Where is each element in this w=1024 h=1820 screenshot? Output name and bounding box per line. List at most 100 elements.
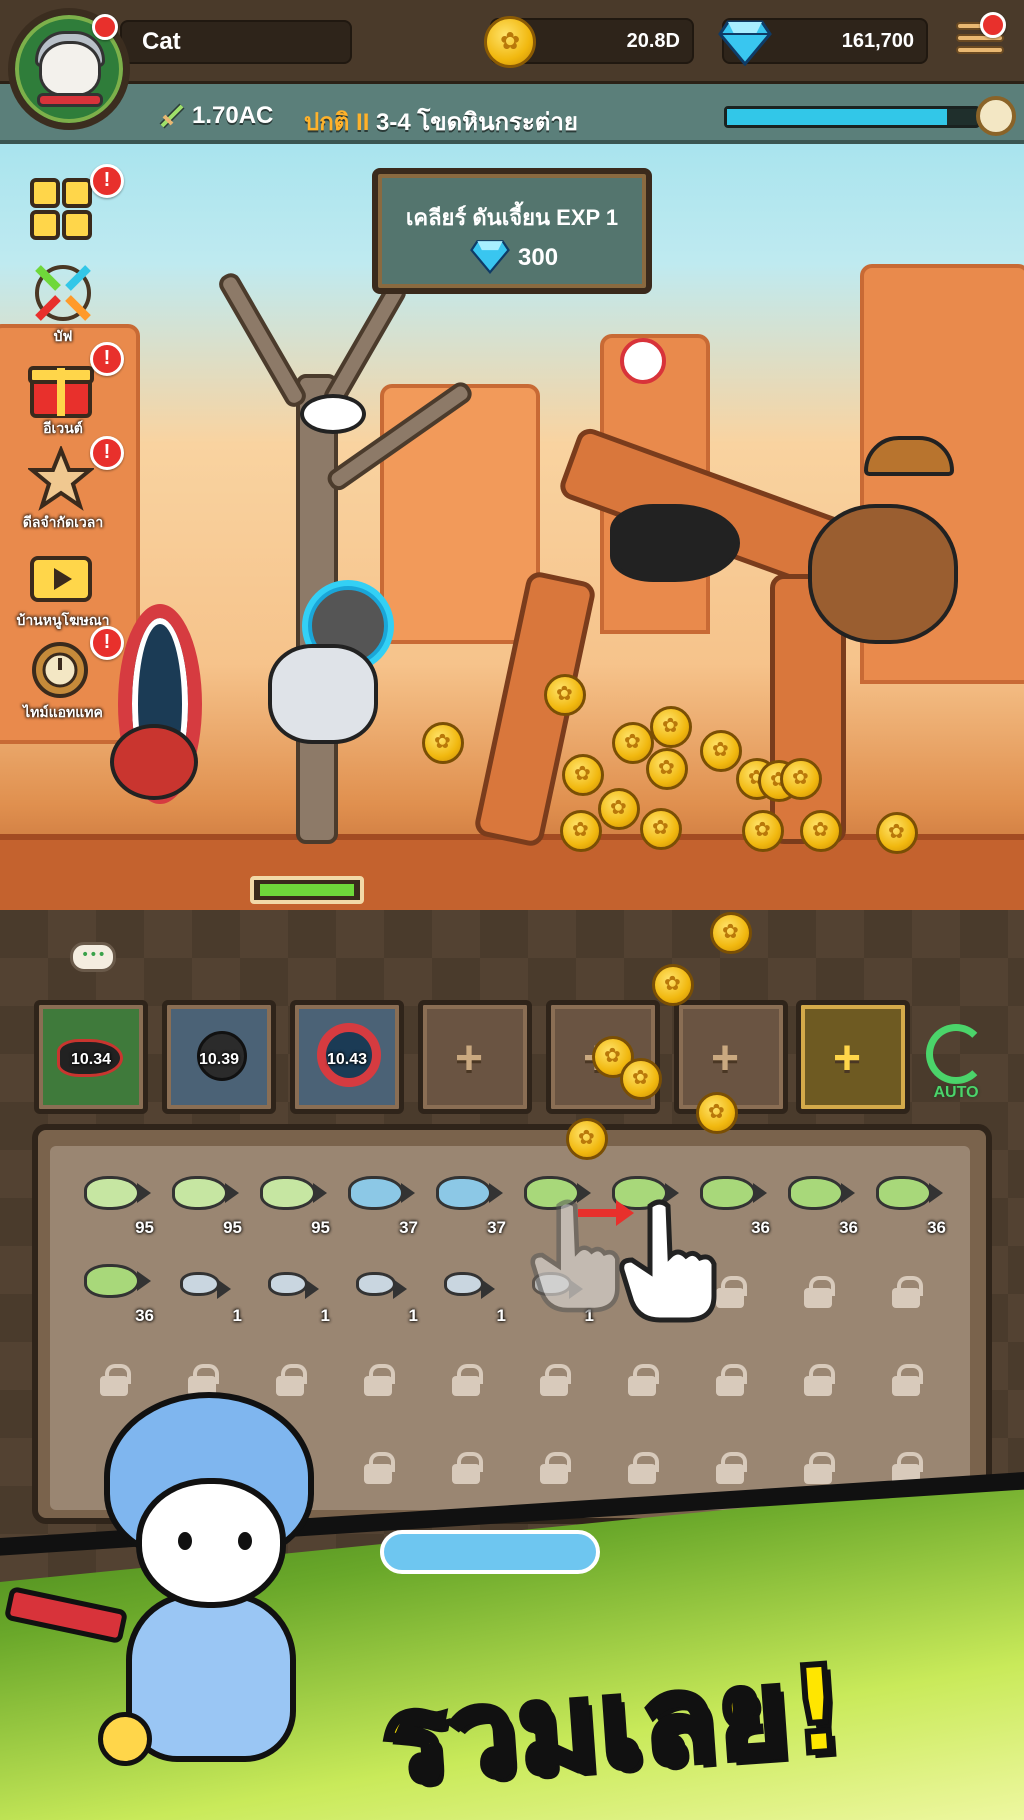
gold-coin xyxy=(710,912,752,954)
grid-cell-locked xyxy=(598,1334,686,1422)
gold-coin xyxy=(800,810,842,852)
lock-icon xyxy=(628,1452,659,1484)
gold-coin xyxy=(646,748,688,790)
grid-cell-fish[interactable]: 95 xyxy=(158,1158,246,1246)
mission-title: เคลียร์ ดันเจี้ยน EXP 1 xyxy=(405,205,619,230)
side-button-ad-house[interactable]: บ้านหนูโฆษณา xyxy=(16,542,110,628)
lock-icon xyxy=(892,1364,923,1396)
weapon-level: 10.34 xyxy=(70,1051,112,1068)
stage-timer-fill xyxy=(727,109,947,125)
grid-icon xyxy=(30,178,92,240)
combat-power: 1.70AC xyxy=(192,102,274,129)
weapon-level: 10.39 xyxy=(198,1051,240,1068)
grid-cell-fish[interactable]: 36 xyxy=(774,1158,862,1246)
auto-merge-button[interactable]: AUTO xyxy=(920,1024,992,1110)
player-name: Cat xyxy=(142,28,181,55)
fire-bird-enemy xyxy=(110,724,198,800)
alert-badge xyxy=(90,342,124,376)
grid-cell-locked xyxy=(422,1334,510,1422)
lock-icon xyxy=(100,1364,131,1396)
gold-counter: 20.8D xyxy=(484,16,694,68)
lock-icon xyxy=(540,1452,571,1484)
lock-icon xyxy=(716,1364,747,1396)
gold-coin xyxy=(598,788,640,830)
grid-cell-locked xyxy=(422,1422,510,1510)
lock-icon xyxy=(804,1452,835,1484)
weapon-slot-2[interactable]: 10.39 xyxy=(162,1000,276,1114)
plus-icon: + xyxy=(833,1032,862,1085)
grid-cell-fish[interactable]: 37 xyxy=(334,1158,422,1246)
gold-value: 20.8D xyxy=(626,30,680,52)
gem-counter: 161,700 xyxy=(718,18,928,66)
alert-badge xyxy=(90,164,124,198)
avatar-alert-badge xyxy=(92,14,118,40)
side-button-buff[interactable]: บัฟ xyxy=(24,258,102,344)
gold-coin-icon xyxy=(484,16,536,68)
grid-cell-locked xyxy=(686,1334,774,1422)
mission-panel[interactable]: เคลียร์ ดันเจี้ยน EXP 1 300 xyxy=(372,168,652,294)
sword-icon xyxy=(159,103,185,129)
gold-coin xyxy=(700,730,742,772)
alert-badge xyxy=(90,436,124,470)
side-button-label: ดีลจำกัดเวลา xyxy=(22,514,104,530)
weapon-slot-3[interactable]: 10.43 xyxy=(290,1000,404,1114)
stage-difficulty: ปกติ II xyxy=(304,109,370,136)
grid-cell-fish[interactable]: 1 xyxy=(334,1246,422,1334)
blue-bubble xyxy=(380,1530,600,1574)
weapon-slot-unlock[interactable]: + xyxy=(796,1000,910,1114)
weapon-level: 10.43 xyxy=(326,1051,368,1068)
plus-icon: + xyxy=(711,1032,740,1085)
gold-coin xyxy=(640,808,682,850)
side-button-menu-grid[interactable] xyxy=(24,164,124,250)
weapon-slot-1[interactable]: 10.34 xyxy=(34,1000,148,1114)
gold-coin xyxy=(620,1058,662,1100)
grid-cell-fish[interactable]: 1 xyxy=(422,1246,510,1334)
gold-coin xyxy=(696,1092,738,1134)
gold-coin xyxy=(780,758,822,800)
weapon-slot-empty[interactable]: + xyxy=(418,1000,532,1114)
beach-ball-icon xyxy=(620,338,666,384)
gold-coin xyxy=(612,722,654,764)
mascot-face xyxy=(136,1478,286,1608)
lock-icon xyxy=(276,1364,307,1396)
mission-reward: 300 xyxy=(518,244,559,271)
hero-hp-fill xyxy=(260,884,354,896)
gold-coin xyxy=(544,674,586,716)
gold-coin xyxy=(650,706,692,748)
grid-cell-fish[interactable]: 37 xyxy=(422,1158,510,1246)
side-button-time-attack[interactable]: ไทม์แอทแทค xyxy=(23,626,124,720)
fried-egg-icon xyxy=(300,394,366,434)
lock-icon xyxy=(804,1364,835,1396)
lock-icon xyxy=(364,1452,395,1484)
grid-cell-locked xyxy=(862,1246,950,1334)
grid-cell-fish[interactable]: 1 xyxy=(246,1246,334,1334)
grid-cell-fish[interactable]: 36 xyxy=(70,1246,158,1334)
mascot-eye xyxy=(178,1532,192,1550)
grid-cell-fish[interactable]: 95 xyxy=(70,1158,158,1246)
grid-cell-fish[interactable]: 1 xyxy=(158,1246,246,1334)
knight-cat-hero xyxy=(268,644,378,744)
side-button-event[interactable]: อีเวนต์ xyxy=(24,342,124,436)
grid-cell-fish[interactable]: 36 xyxy=(862,1158,950,1246)
gold-coin xyxy=(566,1118,608,1160)
gold-coin xyxy=(652,964,694,1006)
chat-button[interactable] xyxy=(70,942,116,972)
lock-icon xyxy=(628,1364,659,1396)
lock-icon xyxy=(452,1364,483,1396)
stopwatch-icon xyxy=(976,96,1016,136)
lock-icon xyxy=(716,1452,747,1484)
side-button-limited-deal[interactable]: ดีลจำกัดเวลา xyxy=(23,436,124,530)
stage-name: 3-4 โขดหินกระต่าย xyxy=(376,109,578,136)
lock-icon xyxy=(364,1364,395,1396)
ad-house-icon xyxy=(30,556,92,602)
hero-hp-bar xyxy=(250,876,364,904)
lock-icon xyxy=(188,1364,219,1396)
grid-cell-locked xyxy=(862,1334,950,1422)
gold-coin xyxy=(562,754,604,796)
cat-face-icon xyxy=(39,41,101,97)
menu-alert-badge xyxy=(980,12,1006,38)
grid-cell-fish[interactable]: 95 xyxy=(246,1158,334,1246)
pocket-watch-icon xyxy=(98,1712,152,1766)
promo-banner-text: รวมเลย! xyxy=(375,1637,854,1814)
gold-coin xyxy=(742,810,784,852)
